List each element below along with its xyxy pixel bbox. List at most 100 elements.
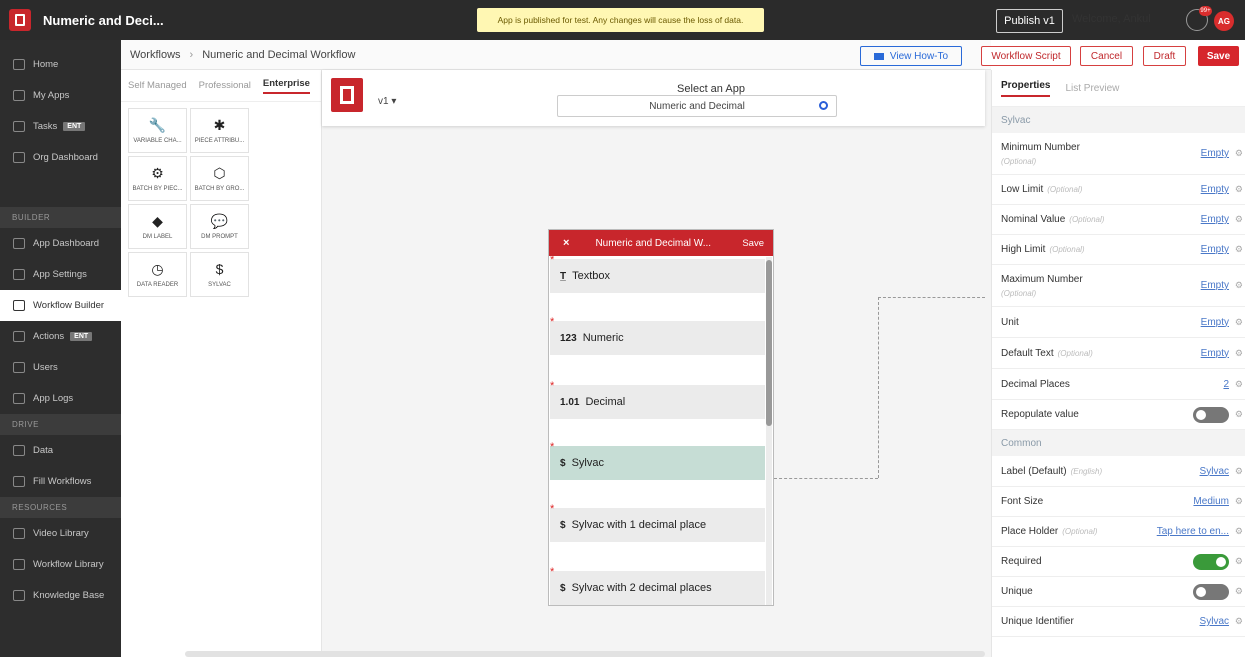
tile-variable-characteristic[interactable]: 🔧 VARIABLE CHA... [128, 108, 187, 153]
textbox-icon: T̲ [560, 270, 567, 282]
prop-maximum-number[interactable]: Maximum Number (Optional) Empty ⚙ [992, 265, 1245, 307]
tile-data-reader[interactable]: ◷ DATA READER [128, 252, 187, 297]
gear-icon[interactable]: ⚙ [1235, 586, 1243, 597]
dollar-icon: $ [215, 260, 224, 277]
chat-icon: 💬 [210, 212, 229, 229]
gear-icon[interactable]: ⚙ [1235, 409, 1243, 420]
sidebar-item-data[interactable]: Data [0, 435, 121, 466]
gear-icon[interactable]: ⚙ [1235, 214, 1243, 225]
search-icon[interactable] [819, 101, 828, 110]
workflow-step-textbox[interactable]: * T̲ Textbox [550, 256, 765, 293]
actions-icon [13, 331, 25, 342]
ent-badge: ENT [63, 122, 86, 131]
calendar-icon [13, 393, 25, 404]
workflow-card-save[interactable]: Save [742, 238, 764, 249]
label-icon: ◆ [152, 212, 163, 229]
save-button[interactable]: Save [1198, 46, 1239, 66]
cancel-button[interactable]: Cancel [1080, 46, 1133, 66]
workflow-script-button[interactable]: Workflow Script [981, 46, 1071, 66]
grid-icon [13, 90, 25, 101]
prop-decimal-places[interactable]: Decimal Places 2 ⚙ [992, 369, 1245, 400]
sidebar-item-users[interactable]: Users [0, 352, 121, 383]
close-icon[interactable]: × [563, 237, 569, 249]
gear-icon[interactable]: ⚙ [1235, 466, 1243, 477]
sidebar-item-video-library[interactable]: Video Library [0, 518, 121, 549]
tab-enterprise[interactable]: Enterprise [262, 78, 310, 94]
workflow-step-numeric[interactable]: * 123 Numeric [550, 316, 765, 355]
sidebar-item-my-apps[interactable]: My Apps [0, 80, 121, 111]
sidebar-item-fill-workflows[interactable]: Fill Workflows [0, 466, 121, 497]
avatar[interactable]: AG [1214, 11, 1234, 31]
sidebar-section-resources: RESOURCES [0, 497, 121, 518]
gear-icon[interactable]: ⚙ [1235, 317, 1243, 328]
horizontal-scrollbar[interactable] [185, 651, 985, 657]
prop-font-size[interactable]: Font Size Medium ⚙ [992, 487, 1245, 517]
prop-unique-identifier[interactable]: Unique Identifier Sylvac ⚙ [992, 607, 1245, 637]
tab-self-managed[interactable]: Self Managed [128, 80, 187, 91]
prop-default-text[interactable]: Default Text (Optional) Empty ⚙ [992, 338, 1245, 369]
connector-line [878, 297, 879, 478]
publish-button[interactable]: Publish v1 [996, 9, 1063, 33]
sidebar-item-app-dashboard[interactable]: App Dashboard [0, 228, 121, 259]
sidebar-item-actions[interactable]: Actions ENT [0, 321, 121, 352]
workflow-step-decimal[interactable]: * 1.01 Decimal [550, 380, 765, 419]
document-icon [13, 528, 25, 539]
gear-icon[interactable]: ⚙ [1235, 616, 1243, 627]
app-logo-icon[interactable] [9, 9, 31, 31]
cube-icon: ⚙ [151, 164, 164, 181]
draft-button[interactable]: Draft [1143, 46, 1186, 66]
sidebar-item-tasks[interactable]: Tasks ENT [0, 111, 121, 142]
prop-nominal-value[interactable]: Nominal Value (Optional) Empty ⚙ [992, 205, 1245, 235]
workflow-step-sylvac[interactable]: * $ Sylvac [550, 441, 765, 480]
view-how-to-button[interactable]: View How-To [860, 46, 962, 66]
gear-icon[interactable]: ⚙ [1235, 184, 1243, 195]
sidebar-item-workflow-builder[interactable]: Workflow Builder [0, 290, 121, 321]
prop-minimum-number[interactable]: Minimum Number (Optional) Empty ⚙ [992, 133, 1245, 175]
sidebar-item-workflow-library[interactable]: Workflow Library [0, 549, 121, 580]
required-marker: * [550, 566, 555, 578]
workflow-step-sylvac-1dp[interactable]: * $ Sylvac with 1 decimal place [550, 503, 765, 542]
repopulate-toggle[interactable] [1193, 406, 1229, 423]
tile-batch-by-piece[interactable]: ⚙ BATCH BY PIEC... [128, 156, 187, 201]
unique-toggle[interactable] [1193, 583, 1229, 600]
gear-icon[interactable]: ⚙ [1235, 148, 1243, 159]
prop-low-limit[interactable]: Low Limit (Optional) Empty ⚙ [992, 175, 1245, 205]
tile-dm-label[interactable]: ◆ DM LABEL [128, 204, 187, 249]
prop-unit[interactable]: Unit Empty ⚙ [992, 307, 1245, 338]
version-dropdown[interactable]: v1 ▾ [378, 96, 396, 107]
sidebar-item-app-settings[interactable]: App Settings [0, 259, 121, 290]
component-palette: Self Managed Professional Enterprise 🔧 VA… [121, 70, 322, 657]
tab-list-preview[interactable]: List Preview [1065, 83, 1119, 94]
sidebar-section-drive: DRIVE [0, 414, 121, 435]
sidebar-item-knowledge-base[interactable]: Knowledge Base [0, 580, 121, 611]
tile-batch-by-group[interactable]: ⬡ BATCH BY GRO... [190, 156, 249, 201]
wrench-icon: 🔧 [148, 116, 167, 133]
numeric-icon: 123 [560, 332, 577, 344]
prop-label-default[interactable]: Label (Default) (English) Sylvac ⚙ [992, 456, 1245, 487]
tile-piece-attribute[interactable]: ✱ PIECE ATTRIBU... [190, 108, 249, 153]
tab-professional[interactable]: Professional [199, 80, 251, 91]
prop-place-holder[interactable]: Place Holder (Optional) Tap here to en... ⚙ [992, 517, 1245, 547]
tile-dm-prompt[interactable]: 💬 DM PROMPT [190, 204, 249, 249]
prop-high-limit[interactable]: High Limit (Optional) Empty ⚙ [992, 235, 1245, 265]
gear-icon[interactable]: ⚙ [1235, 244, 1243, 255]
gear-icon[interactable]: ⚙ [1235, 496, 1243, 507]
tab-properties[interactable]: Properties [1001, 80, 1051, 97]
gear-icon[interactable]: ⚙ [1235, 556, 1243, 567]
breadcrumb-workflows[interactable]: Workflows [130, 49, 181, 61]
gear-icon[interactable]: ⚙ [1235, 379, 1243, 390]
workflow-step-sylvac-2dp[interactable]: * $ Sylvac with 2 decimal places [550, 566, 765, 605]
sidebar-item-app-logs[interactable]: App Logs [0, 383, 121, 414]
scrollbar-thumb[interactable] [766, 260, 772, 426]
required-toggle[interactable] [1193, 553, 1229, 570]
gear-icon[interactable]: ⚙ [1235, 280, 1243, 291]
sidebar-item-org-dashboard[interactable]: Org Dashboard [0, 142, 121, 173]
data-icon [13, 445, 25, 456]
workflow-card: × Numeric and Decimal W... Save * T̲ Textb… [548, 229, 774, 606]
gear-icon[interactable]: ⚙ [1235, 348, 1243, 359]
select-app-input[interactable]: Numeric and Decimal [557, 95, 837, 117]
required-marker: * [550, 380, 555, 392]
tile-sylvac[interactable]: $ SYLVAC [190, 252, 249, 297]
sidebar-item-home[interactable]: Home [0, 49, 121, 80]
gear-icon[interactable]: ⚙ [1235, 526, 1243, 537]
